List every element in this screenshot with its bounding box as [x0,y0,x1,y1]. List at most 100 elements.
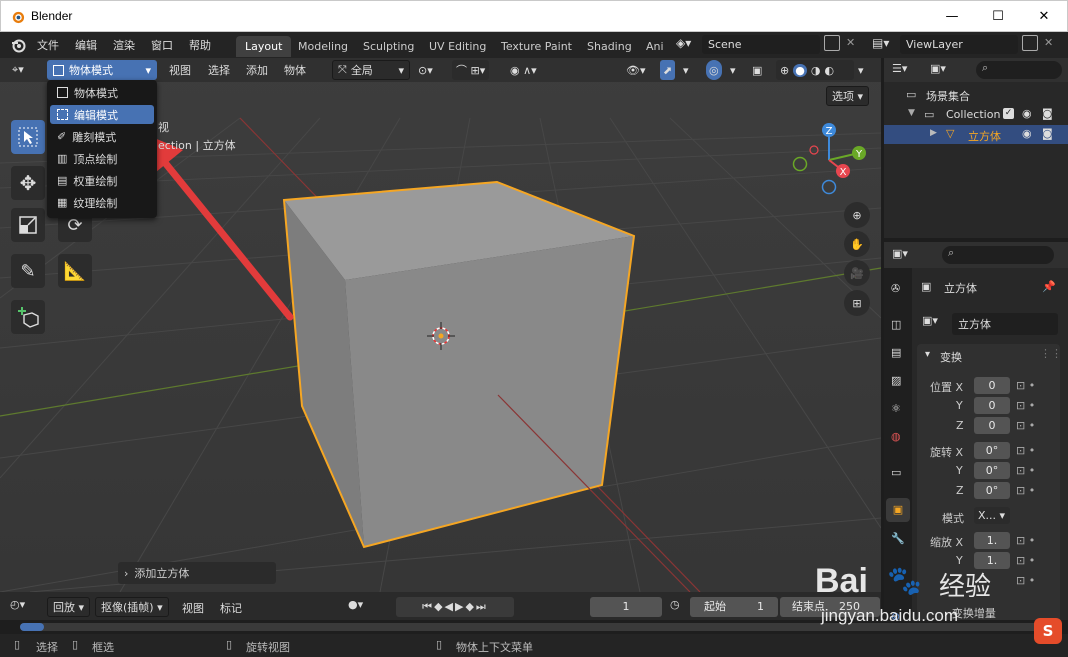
data-block-icon[interactable]: ▣▾ [922,314,938,327]
outliner-editor-icon[interactable]: ☰▾ [892,62,907,75]
menu-view[interactable]: 视图 [169,60,191,80]
properties-editor-icon[interactable]: ▣▾ [892,247,908,260]
navigation-gizmo[interactable]: Z Y X [786,120,872,200]
timer-icon[interactable]: ◷ [670,598,680,611]
solid-shading-icon[interactable]: ● [793,63,807,77]
lock-icon[interactable]: ⊡ • [1016,574,1035,587]
select-box-tool[interactable] [11,120,45,154]
last-operator-panel[interactable]: › 添加立方体 [118,562,276,584]
mode-dropdown[interactable]: 物体模式 ▾ [47,60,157,80]
lock-icon[interactable]: ⊡ • [1016,444,1035,457]
menu-item-edit-mode[interactable]: 编辑模式 [50,105,154,124]
transform-orientation-dropdown[interactable]: ⤧ 全局 ▾ [332,60,410,80]
remove-scene-icon[interactable]: ✕ [846,36,855,49]
xray-toggle-icon[interactable]: ▣ [752,60,762,80]
rotation-y-field[interactable]: 0° [974,462,1010,479]
playback-controls[interactable]: ⏮◆◀▶◆⏭ [396,597,514,617]
tab-layout[interactable]: Layout [236,36,292,57]
collection-tab-icon[interactable]: ▭ [891,466,901,479]
lock-icon[interactable]: ⊡ • [1016,379,1035,392]
tab-sculpting[interactable]: Sculpting [354,36,423,57]
menu-render[interactable]: 渲染 [113,37,135,53]
scale-x-field[interactable]: 1. [974,532,1010,549]
maximize-button[interactable]: ☐ [975,1,1021,32]
camera-view-icon[interactable]: 🎥 [844,260,870,286]
playhead-marker[interactable] [20,623,44,631]
expand-arrow-icon[interactable]: ▶ [930,128,937,138]
shading-dropdown-icon[interactable]: ▾ [858,60,864,80]
drag-handle-icon[interactable]: ⋮⋮ [1040,347,1062,360]
start-frame-field[interactable]: 起始 1 [690,597,778,617]
menu-select[interactable]: 选择 [208,60,230,80]
timeline-view-menu[interactable]: 视图 [182,600,204,616]
tab-modeling[interactable]: Modeling [289,36,357,57]
rotation-x-field[interactable]: 0° [974,442,1010,459]
editor-type-icon[interactable]: ⌖▾ [8,60,28,80]
menu-item-vertex-paint[interactable]: ▥ 顶点绘制 [50,149,154,168]
object-name-field[interactable]: 立方体 [952,313,1058,335]
menu-item-weight-paint[interactable]: ▤ 权重绘制 [50,171,154,190]
options-dropdown[interactable]: 选项 ▾ [826,86,870,106]
lock-icon[interactable]: ⊡ • [1016,484,1035,497]
scene-field[interactable]: Scene [702,35,820,54]
visibility-icon[interactable]: 👁▾ [626,60,646,80]
collection-label[interactable]: Collection [946,108,1000,121]
camera-icon[interactable]: ◙ [1042,127,1053,140]
snap-icon[interactable]: ⌒ ⊞▾ [452,60,490,80]
new-view-layer-icon[interactable] [1022,35,1038,51]
lock-icon[interactable]: ⊡ • [1016,554,1035,567]
pin-icon[interactable]: 📌 [1042,280,1056,293]
location-z-field[interactable]: 0 [974,417,1010,434]
location-x-field[interactable]: 0 [974,377,1010,394]
keying-dropdown[interactable]: 抠像(插帧) ▾ [95,597,169,617]
rotation-mode-dropdown[interactable]: X... ▾ [974,507,1010,524]
menu-item-texture-paint[interactable]: ▦ 纹理绘制 [50,193,154,212]
timeline-editor-icon[interactable]: ◴▾ [10,598,25,611]
wireframe-shading-icon[interactable]: ⊕ [780,64,789,77]
rendered-shading-icon[interactable]: ◐ [824,64,834,77]
measure-tool[interactable]: 📐 [58,254,92,288]
proportional-edit-icon[interactable]: ◉ ∧▾ [510,60,537,80]
menu-edit[interactable]: 编辑 [75,37,97,53]
blender-menu-icon[interactable] [10,37,26,53]
annotate-tool[interactable]: ✎ [11,254,45,288]
scene-icon[interactable]: ◈▾ [676,36,691,50]
tab-shading[interactable]: Shading [578,36,641,57]
location-y-field[interactable]: 0 [974,397,1010,414]
tab-texture-paint[interactable]: Texture Paint [492,36,581,57]
menu-help[interactable]: 帮助 [189,37,211,53]
camera-icon[interactable]: ◙ [1042,107,1053,120]
gizmo-dropdown-icon[interactable]: ▾ [683,60,689,80]
lock-icon[interactable]: ⊡ • [1016,419,1035,432]
close-button[interactable]: ✕ [1021,1,1067,32]
scene-tab-icon[interactable]: ⚛ [891,402,901,415]
menu-item-sculpt-mode[interactable]: ✐ 雕刻模式 [50,127,154,146]
gizmo-toggle-icon[interactable]: ⬈ [660,60,676,80]
menu-file[interactable]: 文件 [37,37,59,53]
rotation-z-field[interactable]: 0° [974,482,1010,499]
remove-view-layer-icon[interactable]: ✕ [1044,36,1053,49]
object-label[interactable]: 立方体 [968,128,1001,144]
world-tab-icon[interactable]: ◍ [891,430,901,443]
minimize-button[interactable]: — [929,1,975,32]
pivot-point-icon[interactable]: ⊙▾ [418,60,433,80]
view-layer-icon[interactable]: ▤▾ [872,36,889,50]
new-scene-icon[interactable] [824,35,840,51]
modifier-tab-icon[interactable]: 🔧 [891,532,905,545]
zoom-icon[interactable]: ⊕ [844,202,870,228]
current-frame-field[interactable]: 1 [590,597,662,617]
outliner-search-input[interactable]: ⌕ [976,61,1062,79]
timeline-marker-menu[interactable]: 标记 [220,600,242,616]
properties-search-input[interactable]: ⌕ [942,246,1054,264]
overlays-toggle-icon[interactable]: ◎ [706,60,722,80]
collection-checkbox[interactable]: ✓ [1003,108,1014,119]
lock-icon[interactable]: ⊡ • [1016,399,1035,412]
tab-animation[interactable]: Ani [637,36,673,57]
menu-add[interactable]: 添加 [246,60,268,80]
auto-keying-icon[interactable]: ●▾ [348,598,363,611]
add-cube-tool[interactable] [11,300,45,334]
view-layer-tab-icon[interactable]: ▨ [891,374,901,387]
scale-tool[interactable] [11,208,45,242]
menu-object[interactable]: 物体 [284,60,306,80]
transform-panel-title[interactable]: 变换 [940,349,962,365]
